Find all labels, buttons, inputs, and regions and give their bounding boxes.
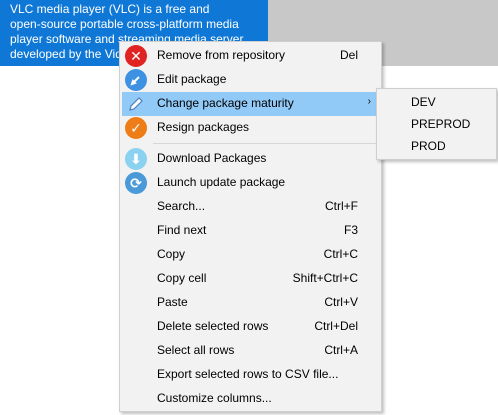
menu-separator [153,143,379,144]
cell-text-line: VLC media player (VLC) is a free and [10,2,210,16]
menu-item-launch-update-package[interactable]: ⟳ Launch update package [122,171,379,195]
menu-item-search[interactable]: Search... Ctrl+F [122,195,379,219]
submenu-item-dev[interactable]: DEV [378,91,495,113]
menu-item-customize-columns[interactable]: Customize columns... [122,387,379,411]
menu-item-edit-package[interactable]: Edit package [122,68,379,92]
maturity-submenu: DEV PREPROD PROD [376,88,497,160]
menu-item-resign-packages[interactable]: ✓ Resign packages [122,116,379,140]
download-icon: ⬇ [122,147,150,171]
edit-icon [122,68,150,92]
menu-item-download-packages[interactable]: ⬇ Download Packages [122,147,379,171]
resign-icon: ✓ [122,116,150,140]
cell-text-line: open-source portable cross-platform medi… [10,17,239,31]
menu-item-find-next[interactable]: Find next F3 [122,219,379,243]
menu-item-copy-cell[interactable]: Copy cell Shift+Ctrl+C [122,267,379,291]
menu-item-copy[interactable]: Copy Ctrl+C [122,243,379,267]
menu-item-export-csv[interactable]: Export selected rows to CSV file... [122,363,379,387]
submenu-item-prod[interactable]: PROD [378,135,495,157]
menu-item-remove-from-repository[interactable]: ✕ Remove from repository Del [122,44,379,68]
context-menu: ✕ Remove from repository Del Edit packag… [119,41,382,412]
menu-item-change-package-maturity[interactable]: Change package maturity › [122,92,379,116]
remove-icon: ✕ [122,44,150,68]
submenu-arrow-icon: › [367,96,371,107]
pencil-icon [122,92,150,116]
menu-item-select-all-rows[interactable]: Select all rows Ctrl+A [122,339,379,363]
submenu-item-preprod[interactable]: PREPROD [378,113,495,135]
menu-item-paste[interactable]: Paste Ctrl+V [122,291,379,315]
menu-item-delete-selected-rows[interactable]: Delete selected rows Ctrl+Del [122,315,379,339]
refresh-icon: ⟳ [122,171,150,195]
